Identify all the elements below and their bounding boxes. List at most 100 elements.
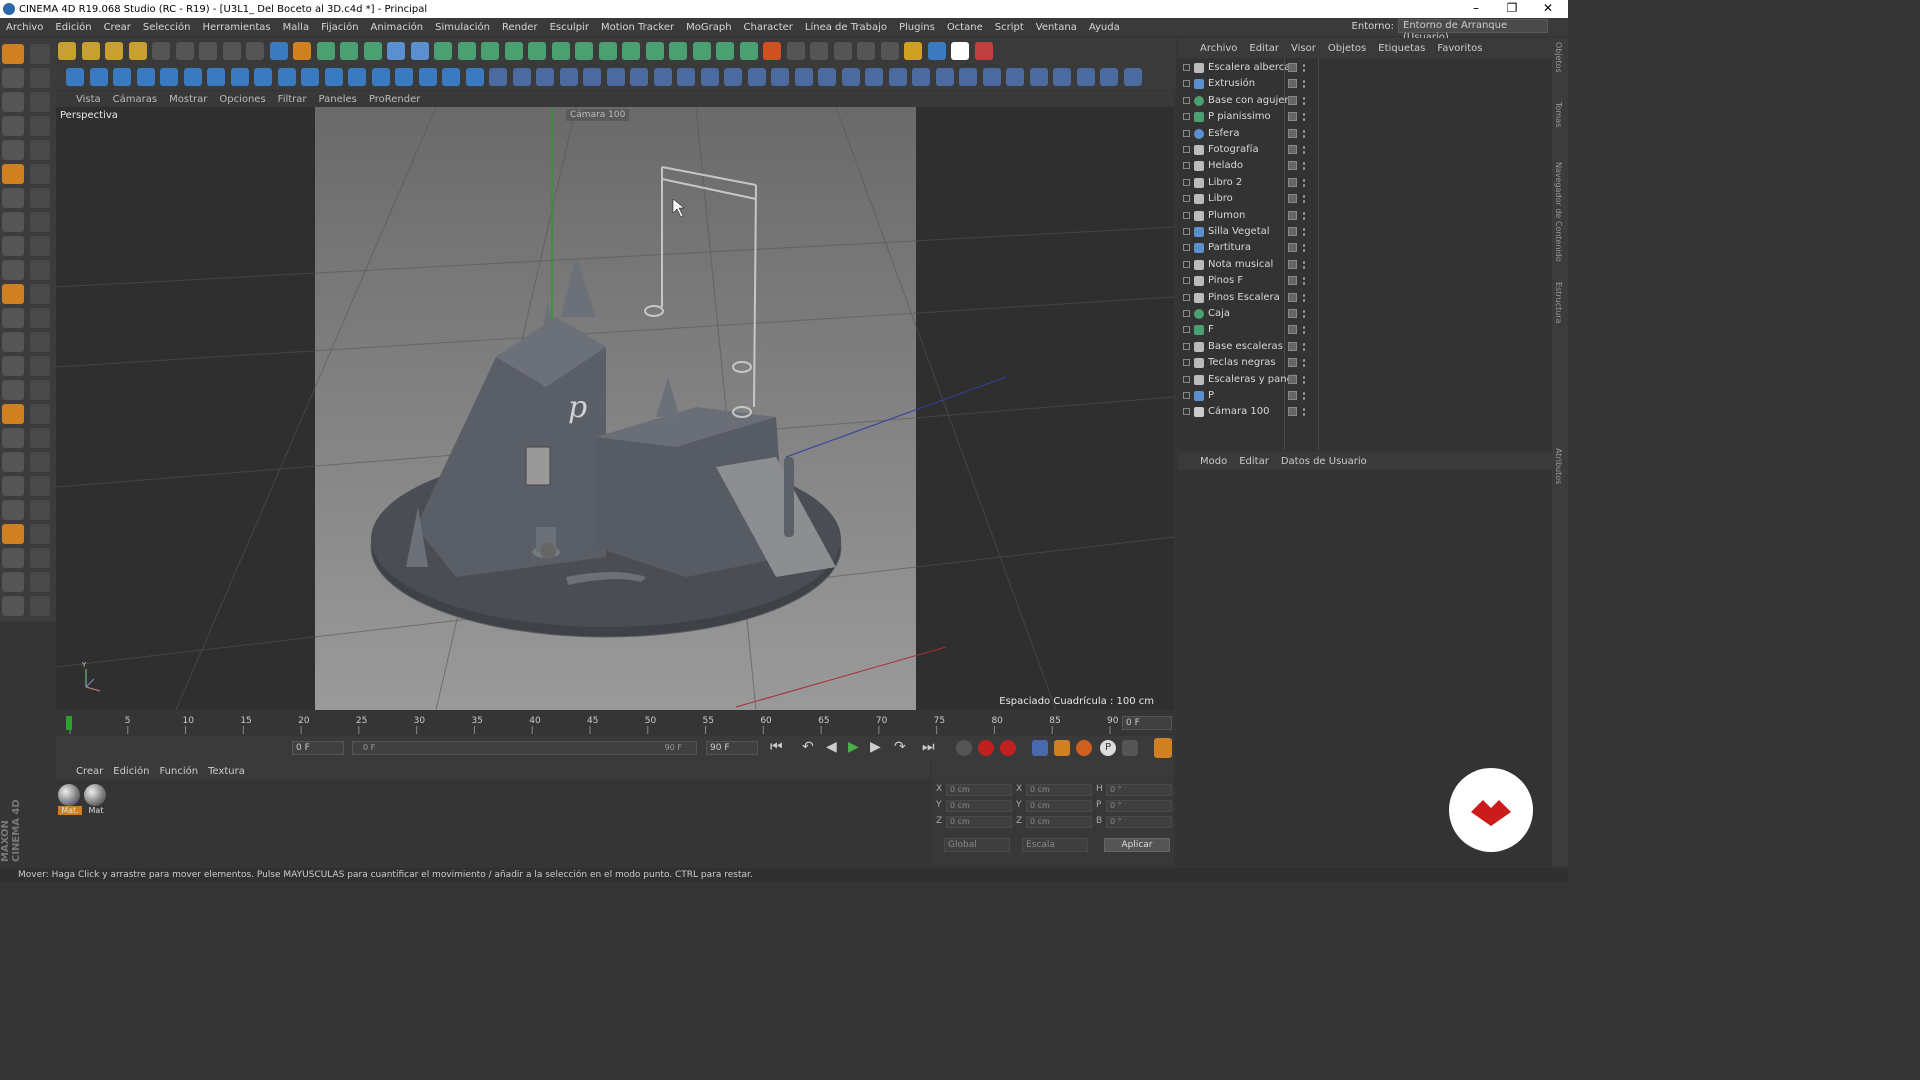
mesh-tool-31-icon[interactable] bbox=[794, 68, 813, 86]
visibility-dots-icon[interactable] bbox=[1302, 309, 1306, 319]
visibility-dots-icon[interactable] bbox=[1302, 128, 1306, 139]
left-tool-b7-icon[interactable] bbox=[30, 212, 50, 232]
toolbar-tool-23-icon[interactable] bbox=[551, 42, 570, 60]
mesh-tool-17-icon[interactable] bbox=[465, 68, 484, 86]
menu-item-12[interactable]: MoGraph bbox=[680, 22, 737, 33]
frame-range-slider[interactable]: 0 F 90 F bbox=[352, 741, 697, 755]
toolbar-tool-25-icon[interactable] bbox=[598, 42, 617, 60]
timeline-frame-field[interactable]: 0 F bbox=[1122, 716, 1172, 730]
layer-toggle-icon[interactable] bbox=[1288, 341, 1297, 351]
left-tool-b18-icon[interactable] bbox=[30, 476, 50, 496]
toolbar-tool-31-icon[interactable] bbox=[739, 42, 758, 60]
layer-toggle-icon[interactable] bbox=[1288, 194, 1297, 204]
visibility-dots-icon[interactable] bbox=[1302, 95, 1306, 106]
visibility-dots-icon[interactable] bbox=[1302, 112, 1306, 123]
mesh-tool-10-icon[interactable] bbox=[301, 68, 319, 86]
object-row[interactable]: Escalera alberca bbox=[1178, 60, 1552, 76]
mesh-tool-21-icon[interactable] bbox=[559, 68, 578, 86]
left-tool-19-icon[interactable] bbox=[2, 500, 24, 520]
left-tool-11-icon[interactable] bbox=[2, 308, 24, 328]
toolbar-tool-29-icon[interactable] bbox=[692, 42, 711, 60]
mesh-tool-29-icon[interactable] bbox=[747, 68, 766, 86]
z-axis-icon[interactable] bbox=[199, 42, 217, 60]
keyframe-move-icon[interactable] bbox=[1032, 740, 1048, 756]
expand-toggle-icon[interactable] bbox=[1183, 375, 1190, 383]
layer-toggle-icon[interactable] bbox=[1288, 177, 1297, 187]
coord-value-field[interactable]: 0 cm bbox=[946, 816, 1012, 828]
object-row[interactable]: Caja bbox=[1178, 306, 1552, 322]
mesh-tool-45-icon[interactable] bbox=[1123, 68, 1142, 86]
visibility-dots-icon[interactable] bbox=[1302, 325, 1306, 336]
visibility-dots-icon[interactable] bbox=[1302, 161, 1306, 172]
left-tool-5-icon[interactable] bbox=[2, 164, 24, 184]
object-row[interactable]: F bbox=[1178, 322, 1552, 338]
expand-toggle-icon[interactable] bbox=[1183, 408, 1190, 416]
layer-toggle-icon[interactable] bbox=[1288, 374, 1297, 384]
visibility-dots-icon[interactable] bbox=[1302, 358, 1306, 369]
viewport-menu-item-4[interactable]: Filtrar bbox=[278, 94, 307, 105]
expand-toggle-icon[interactable] bbox=[1183, 293, 1190, 301]
mesh-tool-33-icon[interactable] bbox=[841, 68, 860, 86]
expand-toggle-icon[interactable] bbox=[1183, 129, 1190, 137]
mesh-tool-36-icon[interactable] bbox=[912, 68, 930, 86]
left-tool-22-icon[interactable] bbox=[2, 572, 24, 592]
environment-selector[interactable]: Entorno: Entorno de Arranque (Usuario) bbox=[1352, 19, 1548, 43]
current-frame-field[interactable]: 0 F bbox=[292, 741, 344, 755]
deformer-icon[interactable] bbox=[410, 42, 429, 60]
world-coord-icon[interactable] bbox=[222, 42, 241, 60]
layer-toggle-icon[interactable] bbox=[1288, 112, 1297, 122]
left-tool-b9-icon[interactable] bbox=[30, 260, 50, 280]
mesh-tool-18-icon[interactable] bbox=[489, 68, 507, 86]
object-menu-item-5[interactable]: Favoritos bbox=[1437, 43, 1482, 54]
mesh-tool-44-icon[interactable] bbox=[1100, 68, 1118, 86]
mesh-tool-22-icon[interactable] bbox=[583, 68, 601, 86]
layer-toggle-icon[interactable] bbox=[1288, 292, 1297, 302]
menu-item-7[interactable]: Animación bbox=[365, 22, 430, 33]
left-tool-23-icon[interactable] bbox=[2, 596, 24, 616]
toolbar-tool-27-icon[interactable] bbox=[645, 42, 664, 60]
visibility-dots-icon[interactable] bbox=[1302, 63, 1306, 73]
coord-value-field[interactable]: 0 ° bbox=[1106, 816, 1172, 828]
motion-record-icon[interactable] bbox=[956, 740, 972, 756]
minimize-button[interactable]: – bbox=[1458, 0, 1494, 18]
mesh-tool-24-icon[interactable] bbox=[630, 68, 648, 86]
right-tab-1[interactable]: Tomas bbox=[1554, 102, 1563, 127]
mesh-tool-2-icon[interactable] bbox=[113, 68, 131, 86]
toolbar-tool-35-icon[interactable] bbox=[833, 42, 852, 60]
mesh-tool-37-icon[interactable] bbox=[935, 68, 954, 86]
left-tool-b1-icon[interactable] bbox=[30, 68, 50, 88]
camera-label[interactable]: Cámara 100 bbox=[566, 109, 630, 121]
visibility-dots-icon[interactable] bbox=[1302, 177, 1306, 188]
object-row[interactable]: Helado bbox=[1178, 158, 1552, 174]
loop-forward-icon[interactable]: ↷ bbox=[894, 739, 906, 755]
expand-toggle-icon[interactable] bbox=[1183, 162, 1190, 170]
toolbar-tool-20-icon[interactable] bbox=[481, 42, 499, 60]
param-key-icon[interactable]: P bbox=[1100, 740, 1116, 756]
expand-toggle-icon[interactable] bbox=[1183, 359, 1190, 367]
menu-item-6[interactable]: Fijación bbox=[315, 22, 364, 33]
mesh-tool-41-icon[interactable] bbox=[1029, 68, 1048, 86]
layer-toggle-icon[interactable] bbox=[1288, 210, 1297, 220]
mesh-tool-34-icon[interactable] bbox=[865, 68, 883, 86]
mesh-tool-23-icon[interactable] bbox=[606, 68, 625, 86]
expand-toggle-icon[interactable] bbox=[1183, 113, 1190, 121]
object-row[interactable]: Extrusión bbox=[1178, 76, 1552, 92]
toolbar-tool-30-icon[interactable] bbox=[716, 42, 734, 60]
spline-icon[interactable] bbox=[387, 42, 405, 60]
playhead-marker[interactable] bbox=[66, 716, 72, 730]
visibility-dots-icon[interactable] bbox=[1302, 292, 1306, 303]
visibility-dots-icon[interactable] bbox=[1302, 227, 1306, 237]
left-tool-b11-icon[interactable] bbox=[30, 308, 50, 328]
layer-toggle-icon[interactable] bbox=[1288, 358, 1297, 368]
toolbar-tool-34-icon[interactable] bbox=[810, 42, 828, 60]
record-icon[interactable] bbox=[978, 740, 994, 756]
object-row[interactable]: Libro bbox=[1178, 191, 1552, 207]
x-axis-icon[interactable] bbox=[152, 42, 170, 60]
viewport-menu-item-1[interactable]: Cámaras bbox=[113, 94, 157, 105]
visibility-dots-icon[interactable] bbox=[1302, 341, 1306, 352]
object-row[interactable]: Cámara 100 bbox=[1178, 404, 1552, 420]
right-tab-0[interactable]: Objetos bbox=[1554, 42, 1563, 73]
left-tool-13-icon[interactable] bbox=[2, 356, 24, 376]
expand-toggle-icon[interactable] bbox=[1183, 80, 1190, 88]
left-tool-8-icon[interactable] bbox=[2, 236, 24, 256]
